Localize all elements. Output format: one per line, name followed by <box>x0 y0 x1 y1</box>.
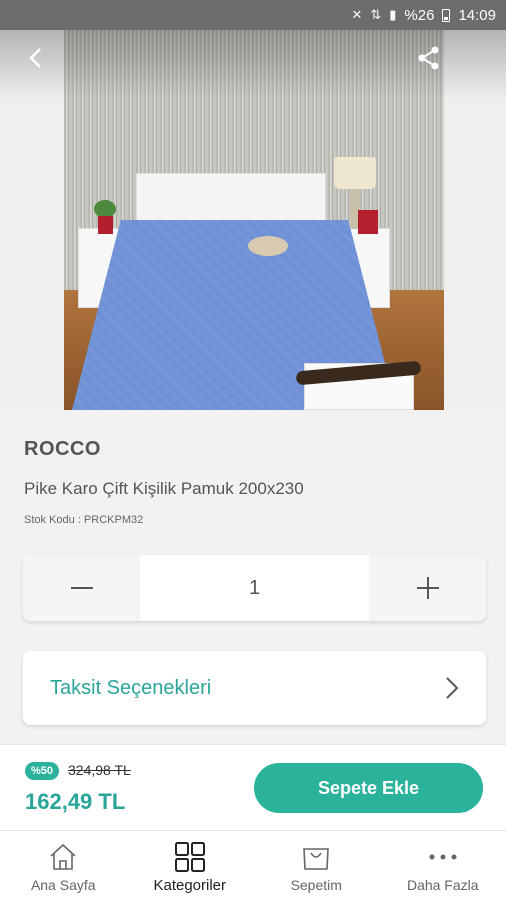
decrease-quantity-button[interactable] <box>23 555 140 621</box>
mute-icon: ✕ <box>351 7 363 22</box>
battery-percent: %26 <box>404 6 435 24</box>
product-image-area <box>0 30 506 410</box>
nav-item-more[interactable]: Daha Fazla <box>380 831 506 900</box>
nav-item-label: Ana Sayfa <box>30 877 96 893</box>
cart-icon <box>303 848 330 870</box>
clock: 14:09 <box>458 6 496 24</box>
discount-badge: %50 <box>25 762 60 780</box>
installment-options-button[interactable]: Taksit Seçenekleri <box>23 651 486 725</box>
bottom-navigation: Ana Sayfa Kategoriler Sepetim Daha Fazla <box>0 830 506 900</box>
add-to-cart-button[interactable]: Sepete Ekle <box>254 763 483 813</box>
product-brand[interactable]: ROCCO <box>24 438 101 461</box>
signal-icon: ▮ <box>389 7 397 22</box>
product-sku: Stok Kodu : PRCKPM32 <box>24 514 144 526</box>
share-button[interactable] <box>416 45 442 71</box>
increase-quantity-button[interactable] <box>369 555 486 621</box>
nav-item-label: Kategoriler <box>153 877 227 894</box>
more-icon <box>429 854 457 860</box>
battery-icon <box>442 8 451 22</box>
quantity-value: 1 <box>248 576 261 599</box>
current-price: 162,49 TL <box>25 789 126 814</box>
data-icon: ⇅ <box>370 7 382 22</box>
plus-icon <box>416 577 439 599</box>
price-bar: %50 324,98 TL 162,49 TL Sepete Ekle <box>0 744 506 830</box>
status-bar: ✕ ⇅ ▮ %26 14:09 <box>0 0 506 30</box>
installment-label: Taksit Seçenekleri <box>50 676 212 699</box>
home-icon <box>50 843 76 870</box>
minus-icon <box>70 587 93 589</box>
old-price: 324,98 TL <box>68 762 131 778</box>
nav-item-cart[interactable]: Sepetim <box>253 831 380 900</box>
nav-item-label: Daha Fazla <box>406 877 479 893</box>
nav-item-home[interactable]: Ana Sayfa <box>0 831 127 900</box>
chevron-left-icon <box>29 48 41 68</box>
product-title: Pike Karo Çift Kişilik Pamuk 200x230 <box>24 479 304 498</box>
product-photo[interactable] <box>64 30 444 410</box>
share-icon <box>418 46 439 70</box>
quantity-stepper: 1 <box>23 555 486 621</box>
nav-item-categories[interactable]: Kategoriler <box>127 831 254 900</box>
back-button[interactable] <box>22 44 50 72</box>
chevron-right-icon <box>446 677 459 699</box>
grid-icon <box>174 842 205 872</box>
nav-item-label: Sepetim <box>290 877 342 893</box>
